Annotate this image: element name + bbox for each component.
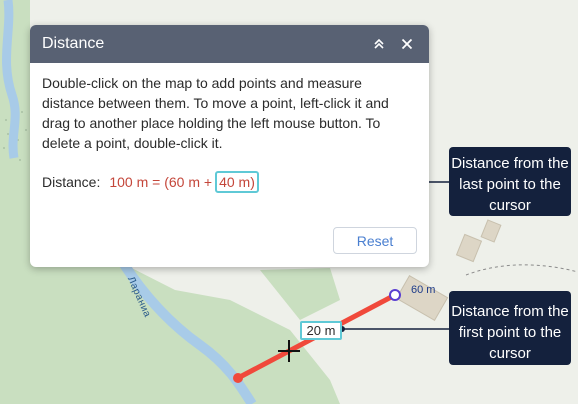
first-point[interactable] bbox=[233, 373, 243, 383]
distance-to-cursor: 40 m) bbox=[215, 171, 259, 193]
callout-last-point: Distance from the last point to the curs… bbox=[449, 147, 571, 216]
distance-total: 100 m = (60 m + bbox=[109, 174, 213, 190]
last-point-distance-label: 60 m bbox=[411, 284, 436, 296]
distance-label: Distance: bbox=[42, 174, 101, 190]
last-point[interactable] bbox=[389, 289, 401, 301]
close-icon bbox=[401, 38, 413, 50]
panel-description: Double-click on the map to add points an… bbox=[42, 75, 389, 151]
close-button[interactable] bbox=[393, 30, 421, 58]
collapse-button[interactable] bbox=[365, 30, 393, 58]
reset-button[interactable]: Reset bbox=[333, 227, 417, 254]
panel-body: Double-click on the map to add points an… bbox=[30, 63, 429, 193]
cursor-distance-label: 20 m bbox=[300, 321, 342, 340]
distance-panel: Distance Double-click on the map to add … bbox=[30, 25, 429, 267]
callout-first-point: Distance from the first point to the cur… bbox=[449, 291, 571, 365]
distance-row: Distance: 100 m = (60 m + 40 m) bbox=[42, 171, 417, 193]
panel-header: Distance bbox=[30, 25, 429, 63]
double-chevron-up-icon bbox=[374, 38, 384, 49]
panel-title: Distance bbox=[42, 35, 105, 52]
